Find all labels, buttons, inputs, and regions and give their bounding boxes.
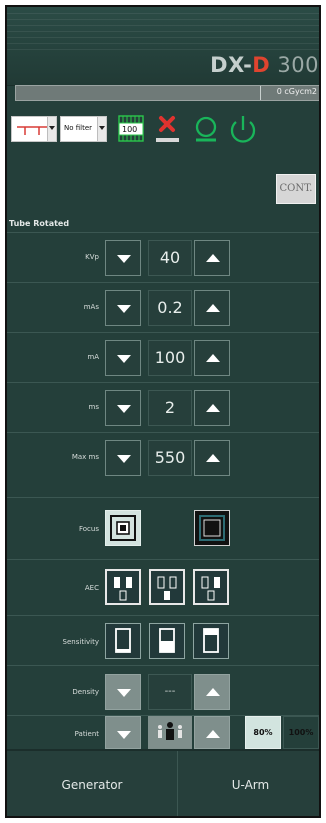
delete-button[interactable] [153,113,183,147]
density-row: Density --- [7,665,319,716]
focus-label: Focus [79,525,99,533]
chevron-down-icon [47,117,56,141]
sensitivity-medium-icon [159,628,175,653]
grid-selector[interactable]: 100 [116,113,146,145]
small-focus-icon [110,515,136,541]
kvp-row: KVp 40 [7,232,319,283]
filter-dropdown[interactable]: No filter [60,116,107,142]
patient-decrease-button[interactable] [105,716,141,749]
ms-decrease-button[interactable] [105,390,141,426]
patient-80-percent[interactable]: 80% [245,716,281,749]
patient-increase-button[interactable] [194,716,230,749]
mas-decrease-button[interactable] [105,290,141,326]
aec-right-button[interactable] [193,569,229,605]
exposure-indicator[interactable] [189,113,223,147]
density-value: --- [148,674,192,710]
bottom-tabs: Generator U-Arm [7,749,319,816]
mas-row: mAs 0.2 [7,282,319,333]
small-focus-button[interactable] [105,510,141,546]
max-ms-decrease-button[interactable] [105,440,141,476]
sensitivity-row: Sensitivity [7,615,319,666]
kvp-value: 40 [148,240,192,276]
aec-center-chamber-icon [157,576,177,600]
ma-label: mA [87,353,99,361]
density-label: Density [72,688,99,696]
ma-row: mA 100 [7,332,319,383]
aec-center-button[interactable] [149,569,185,605]
ms-increase-button[interactable] [194,390,230,426]
dose-display: 0 cGycm2 [15,85,319,101]
kvp-decrease-button[interactable] [105,240,141,276]
sensitivity-low-button[interactable] [105,623,141,659]
aec-right-chamber-icon [201,576,220,601]
delete-icon [156,116,179,142]
aec-left-right-button[interactable] [105,569,141,605]
max-ms-row: Max ms 550 [7,432,319,498]
patient-label: Patient [74,730,99,738]
power-icon [230,116,256,143]
ms-value: 2 [148,390,192,426]
kvp-label: KVp [85,253,99,261]
mas-value: 0.2 [148,290,192,326]
focus-row: Focus [7,497,319,560]
application-window: DX-D 300 0 cGycm2 No filter 100 CONT. Tu… [5,5,321,818]
grid-value: 100 [122,125,138,134]
dose-value: 0 cGycm2 [276,87,317,96]
exposure-indicator-icon [195,116,217,142]
mas-label: mAs [83,303,99,311]
max-ms-value: 550 [148,440,192,476]
sensitivity-medium-button[interactable] [149,623,185,659]
density-increase-button[interactable] [194,674,230,710]
patient-size-display [148,716,192,749]
collimator-dropdown[interactable] [11,116,57,142]
cont-button[interactable]: CONT. [276,174,316,204]
filter-value: No filter [64,124,93,132]
section-title: Tube Rotated [9,219,70,228]
tab-u-arm[interactable]: U-Arm [178,751,319,816]
max-ms-label: Max ms [71,453,99,461]
sensitivity-high-button[interactable] [193,623,229,659]
sensitivity-high-icon [203,628,219,653]
aec-left-right-chamber-icon [114,577,132,601]
brand-header: DX-D 300 [7,7,319,86]
density-decrease-button[interactable] [105,674,141,710]
aec-label: AEC [84,584,99,592]
ms-label: ms [88,403,99,411]
power-button[interactable] [226,113,260,147]
ma-value: 100 [148,340,192,376]
brand-logo: DX-D 300 [210,53,319,77]
patient-row: Patient 80% 100% [7,715,319,750]
toolbar: No filter 100 [7,113,319,153]
mas-increase-button[interactable] [194,290,230,326]
patient-size-icon [158,722,182,740]
large-focus-icon [199,515,225,541]
sensitivity-low-icon [115,628,131,653]
collimator-shape-icon [17,126,47,135]
tab-generator[interactable]: Generator [7,751,178,816]
patient-100-percent[interactable]: 100% [283,716,319,749]
ma-increase-button[interactable] [194,340,230,376]
aec-row: AEC [7,559,319,616]
max-ms-increase-button[interactable] [194,440,230,476]
chevron-down-icon [97,117,106,141]
sensitivity-label: Sensitivity [62,638,99,646]
large-focus-button[interactable] [194,510,230,546]
ma-decrease-button[interactable] [105,340,141,376]
ms-row: ms 2 [7,382,319,433]
kvp-increase-button[interactable] [194,240,230,276]
